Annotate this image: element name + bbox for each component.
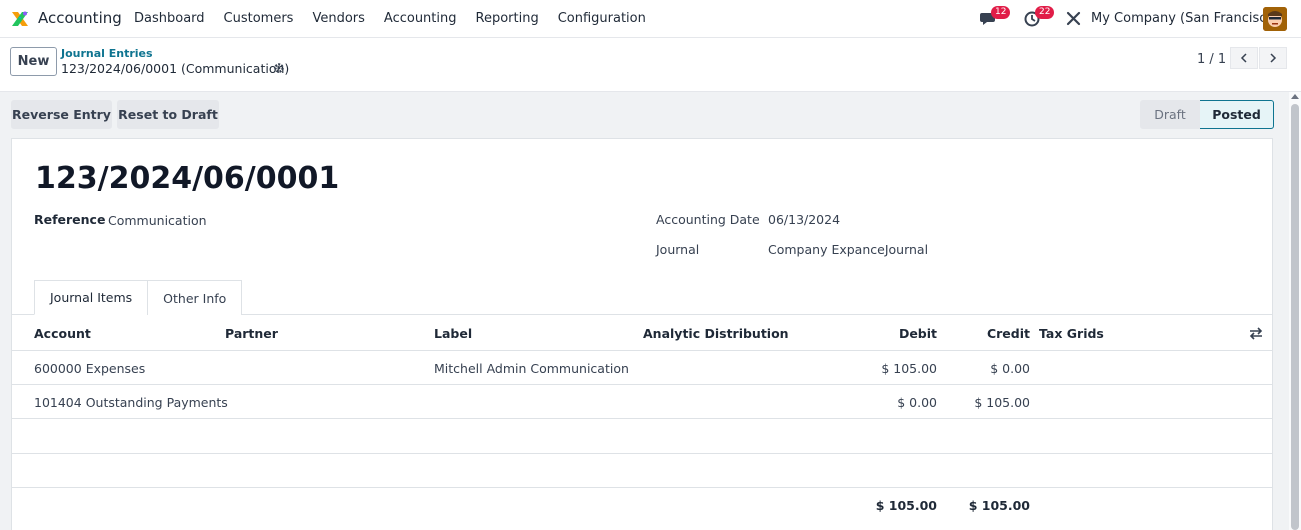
menu-reporting[interactable]: Reporting bbox=[476, 11, 539, 26]
column-tax-grids[interactable]: Tax Grids bbox=[1039, 326, 1104, 341]
column-analytic-distribution[interactable]: Analytic Distribution bbox=[643, 326, 789, 341]
journal-field[interactable]: Company ExpanceJournal bbox=[768, 242, 928, 257]
scrollbar[interactable] bbox=[1289, 92, 1301, 530]
reference-field[interactable]: Communication bbox=[108, 213, 207, 228]
entry-title: 123/2024/06/0001 bbox=[35, 161, 340, 196]
scroll-up-arrow-icon[interactable] bbox=[1291, 94, 1299, 99]
status-draft[interactable]: Draft bbox=[1140, 100, 1200, 129]
reverse-entry-button[interactable]: Reverse Entry bbox=[11, 100, 112, 129]
cell-label[interactable]: Mitchell Admin Communication bbox=[434, 361, 629, 376]
menu-accounting[interactable]: Accounting bbox=[384, 11, 457, 26]
user-avatar[interactable] bbox=[1263, 7, 1287, 31]
notebook-tabs: Journal Items Other Info bbox=[34, 280, 243, 315]
tab-other-info[interactable]: Other Info bbox=[147, 280, 243, 315]
tab-journal-items[interactable]: Journal Items bbox=[34, 280, 149, 315]
app-name[interactable]: Accounting bbox=[38, 9, 122, 27]
accounting-date-label: Accounting Date bbox=[656, 212, 760, 227]
cell-debit[interactable]: $ 105.00 bbox=[857, 361, 937, 376]
row-divider bbox=[12, 453, 1272, 454]
breadcrumb-journal-entries[interactable]: Journal Entries bbox=[61, 47, 153, 60]
pager-previous-button[interactable] bbox=[1230, 47, 1258, 69]
chevron-left-icon bbox=[1240, 53, 1247, 63]
scroll-thumb[interactable] bbox=[1291, 104, 1299, 530]
main-menu: Dashboard Customers Vendors Accounting R… bbox=[134, 11, 665, 26]
cell-account[interactable]: 101404 Outstanding Payments bbox=[34, 395, 228, 410]
column-partner[interactable]: Partner bbox=[225, 326, 278, 341]
control-panel: New Journal Entries 123/2024/06/0001 (Co… bbox=[0, 38, 1301, 92]
messages-count-badge: 12 bbox=[991, 6, 1011, 19]
accounting-app-icon[interactable] bbox=[10, 9, 30, 29]
accounting-date-field[interactable]: 06/13/2024 bbox=[768, 212, 840, 227]
total-debit: $ 105.00 bbox=[875, 498, 937, 513]
reset-to-draft-button[interactable]: Reset to Draft bbox=[117, 100, 219, 129]
top-navbar: Accounting Dashboard Customers Vendors A… bbox=[0, 0, 1301, 38]
menu-vendors[interactable]: Vendors bbox=[312, 11, 364, 26]
header-divider bbox=[12, 350, 1272, 351]
gear-icon[interactable] bbox=[273, 62, 285, 74]
pager-next-button[interactable] bbox=[1259, 47, 1287, 69]
cell-credit[interactable]: $ 105.00 bbox=[950, 395, 1030, 410]
company-switcher[interactable]: My Company (San Francisco) bbox=[1091, 11, 1279, 26]
reference-label: Reference bbox=[34, 212, 106, 227]
menu-configuration[interactable]: Configuration bbox=[558, 11, 646, 26]
breadcrumb-current-record: 123/2024/06/0001 (Communication) bbox=[61, 61, 290, 76]
menu-dashboard[interactable]: Dashboard bbox=[134, 11, 205, 26]
new-button[interactable]: New bbox=[10, 47, 57, 76]
column-debit[interactable]: Debit bbox=[872, 326, 937, 341]
column-account[interactable]: Account bbox=[34, 326, 91, 341]
row-divider bbox=[12, 487, 1272, 488]
status-posted[interactable]: Posted bbox=[1200, 100, 1274, 129]
column-credit[interactable]: Credit bbox=[964, 326, 1030, 341]
cell-debit[interactable]: $ 0.00 bbox=[857, 395, 937, 410]
activities-count-badge: 22 bbox=[1035, 6, 1055, 19]
cell-credit[interactable]: $ 0.00 bbox=[950, 361, 1030, 376]
column-settings-icon[interactable] bbox=[1249, 327, 1263, 340]
row-divider bbox=[12, 418, 1272, 419]
tools-icon[interactable] bbox=[1066, 11, 1081, 26]
column-label[interactable]: Label bbox=[434, 326, 472, 341]
journal-label: Journal bbox=[656, 242, 700, 257]
total-credit: $ 105.00 bbox=[968, 498, 1030, 513]
status-bar: Draft Posted bbox=[1140, 100, 1274, 129]
form-sheet: 123/2024/06/0001 Reference Communication… bbox=[11, 138, 1273, 530]
cell-account[interactable]: 600000 Expenses bbox=[34, 361, 145, 376]
menu-customers[interactable]: Customers bbox=[224, 11, 294, 26]
chevron-right-icon bbox=[1270, 53, 1277, 63]
pager-value[interactable]: 1 / 1 bbox=[1197, 52, 1226, 67]
row-divider bbox=[12, 384, 1272, 385]
